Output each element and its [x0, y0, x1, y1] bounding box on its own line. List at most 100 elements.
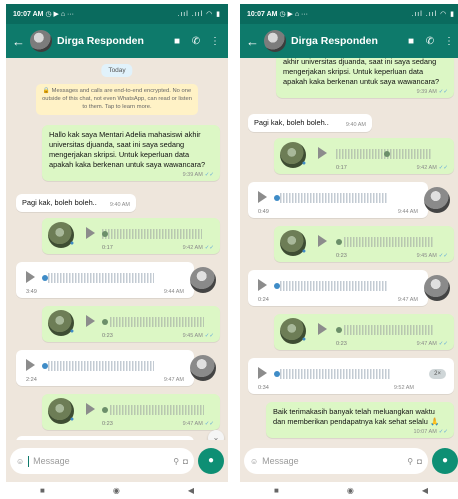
seek-handle[interactable]	[384, 151, 390, 157]
waveform[interactable]	[102, 229, 202, 239]
message-bubble-incoming[interactable]: Pagi kak, boleh boleh.. 9:40 AM	[16, 194, 136, 212]
play-icon[interactable]	[258, 367, 267, 379]
home-nav-icon[interactable]: ◉	[113, 486, 120, 495]
read-receipt-icon: ✓✓	[204, 333, 214, 339]
attach-icon[interactable]: ⚲	[407, 457, 413, 466]
status-right-icons: .ııl .ııl ◠ ▮	[411, 11, 455, 18]
read-receipt-icon: ✓✓	[438, 341, 448, 347]
emoji-icon[interactable]: ☺	[250, 457, 258, 466]
playback-speed-button[interactable]: 2×	[429, 369, 446, 379]
voice-message-outgoing[interactable]: ● 0:17 9:42 AM ✓✓	[274, 138, 454, 174]
message-meta: 9:45 AM ✓✓	[182, 333, 214, 339]
voice-message-outgoing[interactable]: ● 0:23 9:45 AM ✓✓	[42, 306, 220, 342]
play-icon[interactable]	[258, 191, 267, 203]
mic-record-button[interactable]: ●	[432, 448, 458, 474]
play-icon[interactable]	[258, 279, 267, 291]
message-field[interactable]: ☺ Message ⚲ ◘	[10, 448, 194, 474]
seek-handle[interactable]	[102, 319, 108, 325]
message-meta: 9:42 AM ✓✓	[182, 245, 214, 251]
back-nav-icon[interactable]: ◀	[422, 486, 428, 495]
phone-call-icon[interactable]: ✆	[423, 36, 437, 47]
video-call-icon[interactable]: ■	[404, 36, 418, 47]
voice-duration: 0:34	[258, 385, 269, 391]
back-nav-icon[interactable]: ◀	[188, 486, 194, 495]
play-icon[interactable]	[86, 403, 95, 415]
waveform[interactable]	[110, 317, 204, 327]
mic-icon: ●	[301, 336, 307, 343]
play-icon[interactable]	[26, 359, 35, 371]
voice-duration: 0:23	[102, 333, 113, 339]
waveform[interactable]	[110, 405, 204, 415]
camera-icon[interactable]: ◘	[417, 457, 422, 466]
waveform[interactable]	[344, 237, 434, 247]
status-right-icons: .ııl .ııl ◠ ▮	[177, 11, 221, 18]
voice-message-incoming[interactable]: 0:24 9:47 AM	[248, 270, 450, 306]
back-arrow-icon[interactable]: ←	[246, 35, 259, 48]
read-receipt-icon: ✓✓	[438, 253, 448, 259]
emoji-icon[interactable]: ☺	[16, 457, 24, 466]
waveform[interactable]	[280, 281, 388, 291]
play-icon[interactable]	[86, 315, 95, 327]
message-bubble-outgoing[interactable]: Baik terimakasih banyak telah meluangkan…	[266, 402, 454, 438]
home-nav-icon[interactable]: ◉	[347, 486, 354, 495]
message-bubble-outgoing[interactable]: akhir universitas djuanda, saat ini saya…	[276, 58, 454, 98]
seek-handle[interactable]	[336, 239, 342, 245]
back-arrow-icon[interactable]: ←	[12, 35, 25, 48]
waveform[interactable]	[280, 193, 388, 203]
contact-name[interactable]: Dirga Responden	[291, 35, 399, 47]
seek-handle[interactable]	[336, 327, 342, 333]
voice-message-incoming[interactable]: 0:34 9:52 AM 2×	[248, 358, 454, 394]
message-meta: 9:47 AM ✓✓	[416, 341, 448, 347]
read-receipt-icon: ✓✓	[204, 245, 214, 251]
contact-name[interactable]: Dirga Responden	[57, 35, 165, 47]
voice-duration: 0:23	[336, 341, 347, 347]
message-input[interactable]: Message	[33, 456, 169, 466]
status-time: 10:07 AM	[13, 11, 44, 18]
chat-area[interactable]: akhir universitas djuanda, saat ini saya…	[240, 58, 458, 440]
avatar[interactable]	[264, 30, 286, 52]
mic-record-button[interactable]: ●	[198, 448, 224, 474]
play-icon[interactable]	[318, 235, 327, 247]
avatar[interactable]	[30, 30, 52, 52]
seek-handle[interactable]	[102, 407, 108, 413]
play-icon[interactable]	[318, 147, 327, 159]
encryption-notice[interactable]: 🔒 Messages and calls are end-to-end encr…	[36, 84, 198, 116]
message-bubble-outgoing[interactable]: Hallo kak saya Mentari Adelia mahasiswi …	[42, 125, 220, 181]
voice-message-outgoing[interactable]: ● 0:23 9:47 AM ✓✓	[42, 394, 220, 430]
video-call-icon[interactable]: ■	[170, 36, 184, 47]
voice-message-incoming[interactable]: 3:49 9:44 AM	[16, 262, 216, 298]
voice-message-incoming[interactable]: 0:49 9:44 AM	[248, 182, 450, 218]
waveform[interactable]	[280, 369, 390, 379]
voice-message-outgoing[interactable]: ● 0:23 9:45 AM ✓✓	[274, 226, 454, 262]
voice-message-outgoing[interactable]: ● 0:17 9:42 AM ✓✓	[42, 218, 220, 254]
recents-nav-icon[interactable]: ■	[40, 486, 45, 495]
attach-icon[interactable]: ⚲	[173, 457, 179, 466]
composer: ☺ Message ⚲ ◘ ●	[6, 440, 228, 482]
message-bubble-incoming[interactable]: Pagi kak, boleh boleh.. 9:40 AM	[248, 114, 372, 132]
voice-message-outgoing[interactable]: ● 0:23 9:47 AM ✓✓	[274, 314, 454, 350]
scroll-down-icon[interactable]: ⌄	[208, 430, 224, 440]
more-options-icon[interactable]: ⋮	[208, 36, 222, 47]
seek-handle[interactable]	[102, 231, 108, 237]
phone-call-icon[interactable]: ✆	[189, 36, 203, 47]
message-input[interactable]: Message	[262, 456, 403, 466]
play-icon[interactable]	[86, 227, 95, 239]
recents-nav-icon[interactable]: ■	[274, 486, 279, 495]
waveform[interactable]	[48, 361, 154, 371]
voice-message-incoming[interactable]: 2:24 9:47 AM	[16, 350, 216, 386]
system-nav-bar: ■ ◉ ◀	[240, 482, 458, 499]
mic-icon: ●	[69, 416, 75, 423]
camera-icon[interactable]: ◘	[183, 457, 188, 466]
voice-duration: 0:24	[258, 297, 269, 303]
waveform[interactable]	[48, 273, 154, 283]
message-time: 9:47 AM	[163, 377, 184, 383]
sender-photo	[190, 267, 216, 293]
message-time: 9:40 AM	[109, 202, 130, 208]
more-options-icon[interactable]: ⋮	[442, 36, 456, 47]
play-icon[interactable]	[318, 323, 327, 335]
message-field[interactable]: ☺ Message ⚲ ◘	[244, 448, 428, 474]
waveform[interactable]	[344, 325, 434, 335]
status-time: 10:07 AM	[247, 11, 278, 18]
play-icon[interactable]	[26, 271, 35, 283]
chat-area[interactable]: Today 🔒 Messages and calls are end-to-en…	[6, 58, 228, 440]
